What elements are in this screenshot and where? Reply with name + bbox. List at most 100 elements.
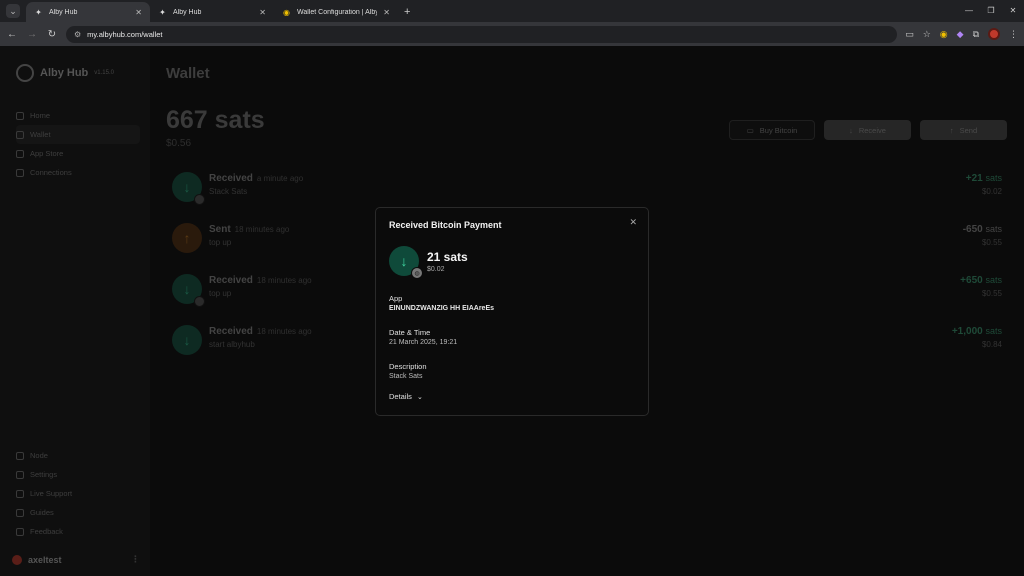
buy-bitcoin-button[interactable]: ▭ Buy Bitcoin — [729, 120, 815, 140]
button-label: Receive — [858, 125, 886, 135]
close-icon[interactable]: ✕ — [629, 217, 637, 228]
details-toggle[interactable]: Details ⌄ — [389, 392, 423, 401]
sidebar-item-feedback[interactable]: Feedback — [16, 522, 140, 541]
extension-purple-icon[interactable]: ◆ — [957, 29, 964, 40]
support-icon — [16, 489, 24, 498]
sidebar-item-node[interactable]: Node — [16, 446, 140, 465]
tab-title: Alby Hub — [173, 8, 202, 16]
details-label: Details — [389, 392, 412, 401]
payment-fiat: $0.02 — [427, 265, 445, 273]
tx-amount-value: +650 — [960, 275, 983, 286]
avatar — [12, 554, 22, 565]
close-icon[interactable]: ✕ — [135, 8, 142, 17]
sidebar-item-wallet[interactable]: Wallet — [16, 125, 140, 144]
tx-time: a minute ago — [256, 174, 304, 183]
profile-avatar[interactable] — [988, 28, 1000, 40]
receive-button[interactable]: ↓ Receive — [824, 120, 911, 140]
brand-name: Alby Hub — [40, 67, 89, 79]
app-avatar — [194, 296, 205, 307]
arrow-down-icon: ↓ ◍ — [389, 246, 423, 279]
feedback-icon — [16, 527, 24, 536]
payment-details-dialog: Received Bitcoin Payment ✕ ↓ ◍ 21 sats $0… — [375, 207, 649, 416]
button-label: Send — [959, 125, 978, 135]
tx-fiat: $0.55 — [981, 238, 1002, 247]
tx-amount-unit: sats — [985, 224, 1002, 234]
balance-amount: 667 sats — [166, 106, 265, 134]
minimize-icon[interactable]: — — [958, 0, 980, 22]
sidebar-item-home[interactable]: Home — [16, 106, 140, 125]
sidebar-item-guides[interactable]: Guides — [16, 503, 140, 522]
tx-description: top up — [209, 289, 232, 298]
sidebar-item-label: Node — [30, 451, 48, 460]
tx-time: 18 minutes ago — [256, 276, 312, 285]
window-controls: — ❐ ✕ — [958, 0, 1024, 22]
tab-alby-hub-1[interactable]: ✦ Alby Hub ✕ — [26, 2, 150, 22]
sidebar-item-settings[interactable]: Settings — [16, 465, 140, 484]
tx-amount-value: +1,000 — [951, 326, 983, 337]
site-info-icon[interactable]: ⚙ — [74, 30, 81, 39]
browser-menu-icon[interactable]: ⋮ — [1009, 29, 1018, 40]
tab-title: Alby Hub — [49, 8, 78, 16]
tx-amount: +1,000 sats — [952, 326, 1002, 337]
close-icon[interactable]: ✕ — [383, 8, 390, 17]
tx-amount-unit: sats — [985, 173, 1002, 183]
restore-icon[interactable]: ❐ — [980, 0, 1002, 22]
arrow-down-icon: ↓ — [172, 274, 205, 307]
address-bar[interactable]: ⚙ my.albyhub.com/wallet — [66, 25, 898, 43]
tx-time: 18 minutes ago — [234, 225, 290, 234]
balance-fiat: $0.56 — [166, 138, 192, 149]
tx-amount: +21 sats — [966, 173, 1002, 184]
payment-amount: 21 sats — [427, 249, 468, 264]
sidebar-item-label: Guides — [30, 508, 54, 517]
sidebar-item-connections[interactable]: Connections — [16, 163, 140, 182]
cast-icon[interactable]: ▭ — [905, 29, 914, 40]
tx-title: Received a minute ago — [209, 173, 303, 184]
tx-amount-value: +21 — [965, 173, 983, 184]
wallet-actions: ▭ Buy Bitcoin ↓ Receive ↑ Send — [729, 120, 1007, 140]
tx-fiat: $0.84 — [981, 340, 1002, 349]
back-icon[interactable]: ← — [6, 29, 18, 40]
brand-logo[interactable]: Alby Hub v1.15.0 — [16, 64, 114, 82]
reload-icon[interactable]: ↻ — [46, 29, 58, 40]
tab-wallet-configuration[interactable]: ◉ Wallet Configuration | Alby: Yo ✕ — [274, 2, 398, 22]
sidebar-item-app-store[interactable]: App Store — [16, 144, 140, 163]
tx-fiat: $0.55 — [981, 289, 1002, 298]
tx-amount-value: -650 — [962, 224, 983, 235]
chevron-down-icon: ⌄ — [416, 393, 423, 401]
tx-title: Received 18 minutes ago — [209, 326, 312, 337]
arrow-up-icon: ↑ — [949, 125, 954, 135]
alby-hub-logo-icon — [16, 64, 34, 82]
tab-alby-hub-2[interactable]: ✦ Alby Hub ✕ — [150, 2, 274, 22]
tab-search-button[interactable]: ⌄ — [6, 4, 20, 18]
alby-extension-icon[interactable]: ◉ — [940, 29, 948, 40]
alby-favicon-icon: ✦ — [35, 7, 42, 17]
tx-time: 18 minutes ago — [256, 327, 312, 336]
field-label: Description — [389, 362, 427, 371]
more-vertical-icon[interactable]: ⋮ — [131, 554, 140, 565]
window-close-icon[interactable]: ✕ — [1002, 0, 1024, 22]
tx-description: start albyhub — [209, 340, 255, 349]
toolbar-icons: ▭ ☆ ◉ ◆ ⧉ ⋮ — [905, 28, 1018, 40]
send-button[interactable]: ↑ Send — [920, 120, 1007, 140]
forward-icon[interactable]: → — [26, 29, 38, 40]
url-text: my.albyhub.com/wallet — [87, 29, 163, 39]
tx-amount: +650 sats — [960, 275, 1002, 286]
arrow-up-icon: ↑ — [172, 223, 202, 253]
bookmark-star-icon[interactable]: ☆ — [923, 29, 931, 40]
user-menu[interactable]: axeltest ⋮ — [12, 554, 140, 565]
app-avatar-icon: ◍ — [411, 267, 423, 279]
tx-type: Received — [209, 173, 253, 184]
close-icon[interactable]: ✕ — [259, 8, 266, 17]
gear-icon — [16, 470, 24, 479]
sidebar-item-live-support[interactable]: Live Support — [16, 484, 140, 503]
tx-description: Stack Sats — [209, 187, 248, 196]
field-label: App — [389, 294, 403, 303]
node-icon — [16, 451, 24, 460]
extensions-puzzle-icon[interactable]: ⧉ — [973, 29, 979, 40]
new-tab-button[interactable]: + — [404, 6, 410, 18]
alby-favicon-icon: ✦ — [159, 7, 166, 17]
sidebar-item-label: Connections — [30, 168, 72, 177]
field-label: Date & Time — [389, 328, 431, 337]
tx-title: Received 18 minutes ago — [209, 275, 312, 286]
sidebar-item-label: Home — [30, 111, 51, 120]
